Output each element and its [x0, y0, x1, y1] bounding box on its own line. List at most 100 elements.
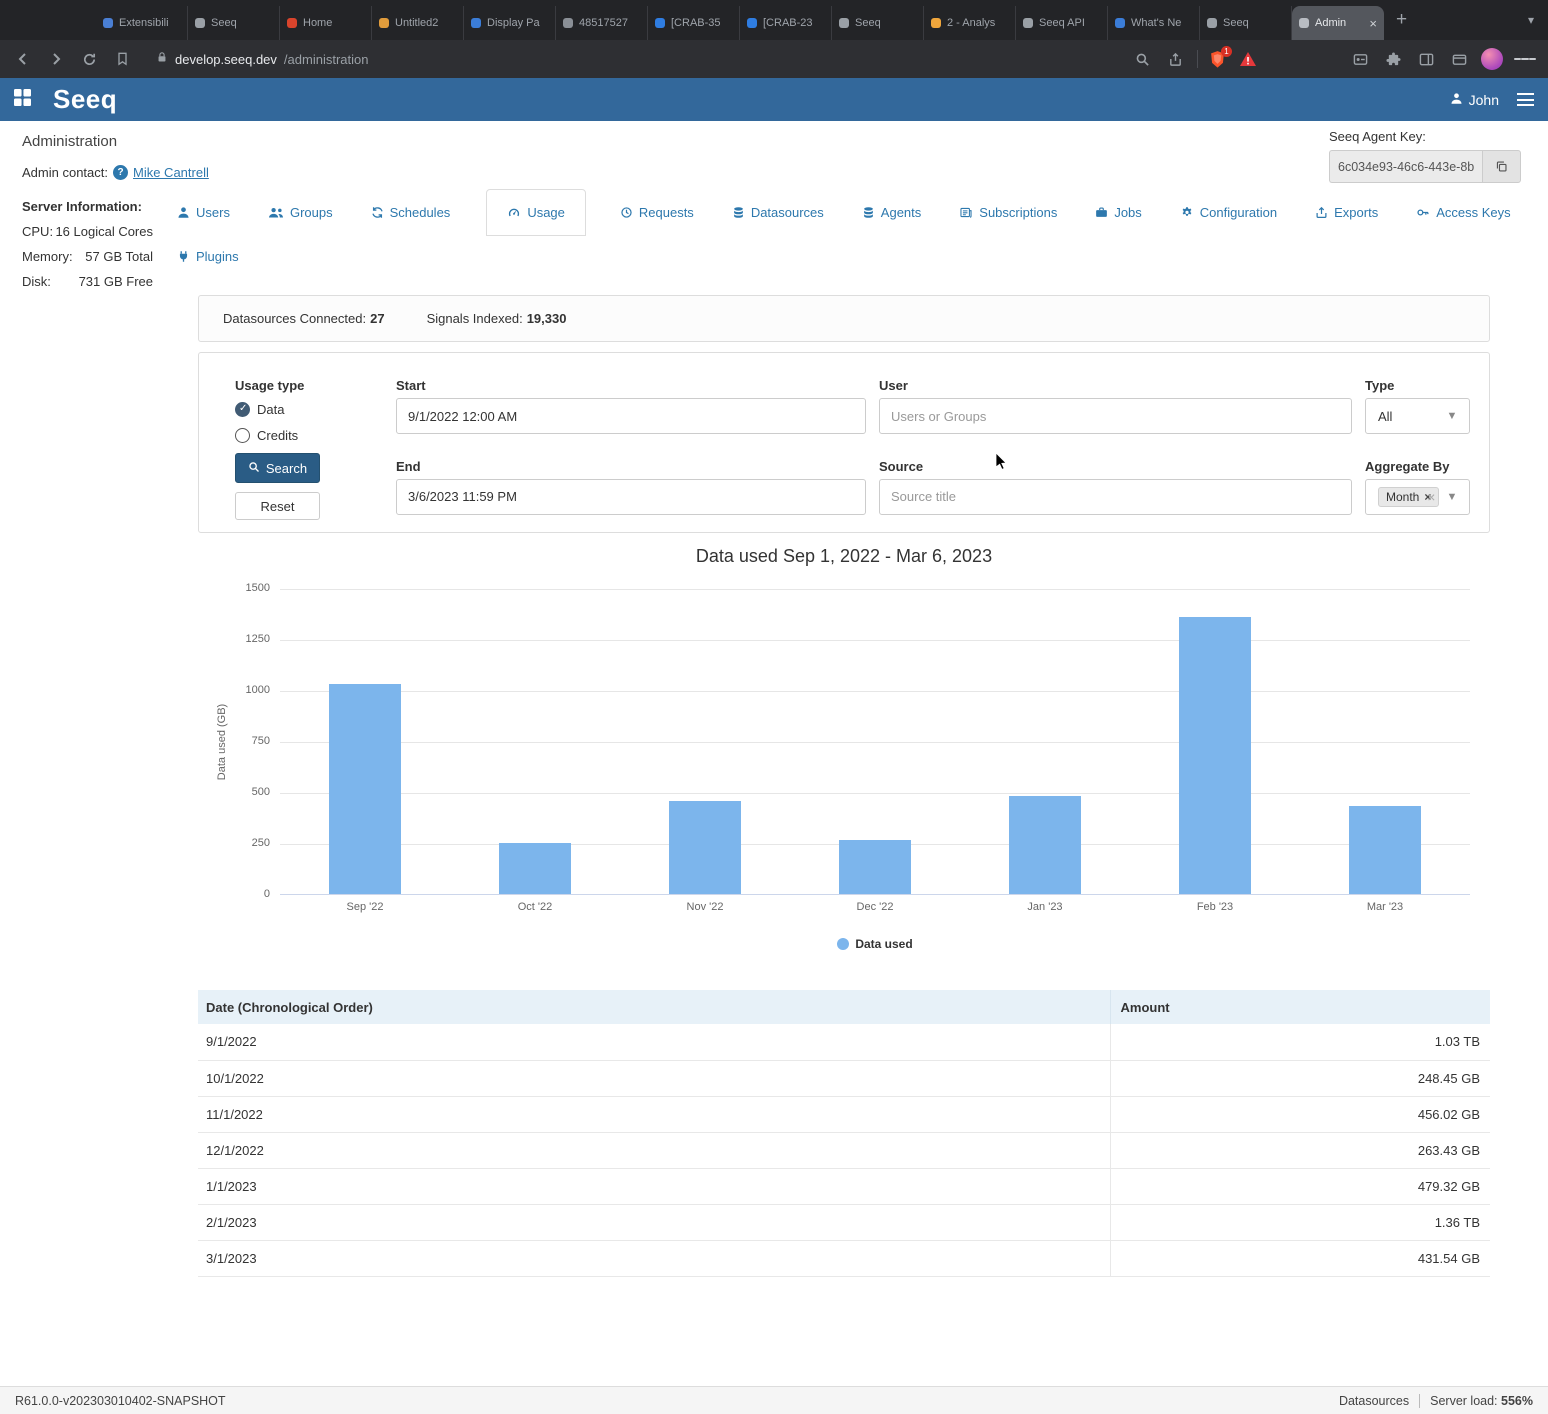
- tab-favicon: [287, 18, 297, 28]
- tab-search-chevron-icon[interactable]: ▾: [1514, 13, 1548, 27]
- hamburger-menu-icon[interactable]: [1517, 90, 1534, 110]
- browser-tab[interactable]: Admin×: [1292, 6, 1384, 40]
- browser-tab[interactable]: Seeq API: [1016, 6, 1108, 40]
- tab-access-keys[interactable]: Access Keys: [1414, 189, 1512, 236]
- type-select[interactable]: All ▼: [1365, 398, 1470, 434]
- tab-label: Schedules: [390, 205, 451, 220]
- usage-type-credits-radio[interactable]: Credits: [235, 424, 383, 446]
- browser-tab[interactable]: Extensibili: [96, 6, 188, 40]
- browser-tab[interactable]: Home: [280, 6, 372, 40]
- search-icon: [248, 461, 260, 476]
- seeq-logo[interactable]: Seeq: [53, 84, 117, 115]
- tab-plugins[interactable]: Plugins: [175, 236, 241, 276]
- tab-label: Usage: [527, 205, 565, 220]
- forward-button[interactable]: [45, 48, 67, 70]
- zoom-icon[interactable]: [1131, 48, 1153, 70]
- tab-title: [CRAB-23: [763, 17, 813, 29]
- user-input[interactable]: [879, 398, 1352, 434]
- screen: Extensibili Seeq HomeUntitled2Display Pa 48…: [0, 0, 1548, 1414]
- date-cell: 2/1/2023: [198, 1204, 1110, 1240]
- table-row: 9/1/20221.03 TB: [198, 1024, 1490, 1060]
- chart-legend-item[interactable]: Data used: [280, 935, 1470, 953]
- end-date-input[interactable]: [396, 479, 866, 515]
- tab-title: Seeq: [211, 17, 237, 29]
- datasources-connected-stat: Datasources Connected:27: [223, 311, 385, 326]
- browser-tab[interactable]: 2 - Analys: [924, 6, 1016, 40]
- date-column-header[interactable]: Date (Chronological Order): [198, 990, 1110, 1024]
- new-tab-button[interactable]: +: [1384, 9, 1419, 31]
- aggregate-by-select[interactable]: Month × × ▼: [1365, 479, 1470, 515]
- start-date-input[interactable]: [396, 398, 866, 434]
- browser-tab[interactable]: Display Pa: [464, 6, 556, 40]
- sidebar-icon[interactable]: [1415, 48, 1437, 70]
- bookmarks-icon[interactable]: [111, 48, 133, 70]
- admin-page: Administration Admin contact: ? Mike Can…: [0, 121, 1548, 1386]
- tab-label: Agents: [881, 205, 921, 220]
- radio-label: Credits: [257, 428, 298, 443]
- tab-title: 48517527: [579, 17, 628, 29]
- admin-contact-link[interactable]: Mike Cantrell: [133, 165, 209, 180]
- search-button[interactable]: Search: [235, 453, 320, 483]
- copy-button[interactable]: [1482, 150, 1521, 183]
- tab-jobs[interactable]: Jobs: [1093, 189, 1143, 236]
- user-menu[interactable]: John: [1450, 92, 1499, 108]
- footer-datasources-link[interactable]: Datasources: [1339, 1394, 1409, 1408]
- tab-datasources[interactable]: Datasources: [730, 189, 826, 236]
- reset-button[interactable]: Reset: [235, 492, 320, 520]
- tab-groups[interactable]: Groups: [266, 189, 335, 236]
- brave-shield-icon[interactable]: 1: [1209, 50, 1226, 68]
- source-input[interactable]: [879, 479, 1352, 515]
- tab-favicon: [1207, 18, 1217, 28]
- tab-subscriptions[interactable]: Subscriptions: [957, 189, 1059, 236]
- browser-tab[interactable]: Seeq: [832, 6, 924, 40]
- gridline: [280, 640, 1470, 641]
- tab-users[interactable]: Users: [175, 189, 232, 236]
- usage-filter-panel: Start User Type All ▼: [198, 352, 1490, 533]
- tab-close-icon[interactable]: ×: [1369, 16, 1377, 31]
- agent-key-input[interactable]: [1329, 150, 1482, 183]
- reload-button[interactable]: [78, 48, 100, 70]
- password-manager-icon[interactable]: [1349, 48, 1371, 70]
- disk-label: Disk:: [22, 274, 51, 289]
- amount-column-header[interactable]: Amount: [1110, 990, 1490, 1024]
- tab-favicon: [839, 18, 849, 28]
- browser-tab[interactable]: Seeq: [188, 6, 280, 40]
- browser-tab[interactable]: Seeq: [1200, 6, 1292, 40]
- browser-menu-icon[interactable]: [1514, 48, 1536, 70]
- question-icon[interactable]: ?: [113, 165, 128, 180]
- tab-label: Requests: [639, 205, 694, 220]
- tab-exports[interactable]: Exports: [1313, 189, 1380, 236]
- profile-avatar[interactable]: [1481, 48, 1503, 70]
- url-bar[interactable]: develop.seeq.dev/administration: [144, 45, 1120, 73]
- briefcase-icon: [1095, 206, 1108, 219]
- browser-tab[interactable]: [CRAB-35: [648, 6, 740, 40]
- warning-icon[interactable]: [1237, 48, 1259, 70]
- browser-tab[interactable]: Untitled2: [372, 6, 464, 40]
- back-button[interactable]: [12, 48, 34, 70]
- tab-configuration[interactable]: Configuration: [1178, 189, 1279, 236]
- tab-favicon: [655, 18, 665, 28]
- extensions-puzzle-icon[interactable]: [1382, 48, 1404, 70]
- gears-icon: [1180, 206, 1194, 219]
- page-title: Administration: [22, 133, 222, 150]
- clear-selection-icon[interactable]: ×: [1427, 489, 1435, 505]
- tab-requests[interactable]: Requests: [618, 189, 696, 236]
- share-icon[interactable]: [1164, 48, 1186, 70]
- x-axis-tick-label: Jan '23: [985, 901, 1105, 913]
- tab-title: [CRAB-35: [671, 17, 721, 29]
- tab-favicon: [563, 18, 573, 28]
- export-icon: [1315, 206, 1328, 219]
- tab-favicon: [1299, 18, 1309, 28]
- disk-value: 731 GB Free: [79, 274, 153, 289]
- wallet-icon[interactable]: [1448, 48, 1470, 70]
- tab-agents[interactable]: Agents: [860, 189, 923, 236]
- usage-type-data-radio[interactable]: Data: [235, 398, 383, 420]
- browser-tab[interactable]: 48517527: [556, 6, 648, 40]
- tab-schedules[interactable]: Schedules: [369, 189, 453, 236]
- browser-tab[interactable]: [CRAB-23: [740, 6, 832, 40]
- browser-tab[interactable]: What's Ne: [1108, 6, 1200, 40]
- plug-icon: [177, 250, 190, 263]
- y-axis-tick-label: 1250: [222, 633, 270, 645]
- home-grid-icon[interactable]: [14, 89, 31, 111]
- tab-usage[interactable]: Usage: [486, 189, 586, 236]
